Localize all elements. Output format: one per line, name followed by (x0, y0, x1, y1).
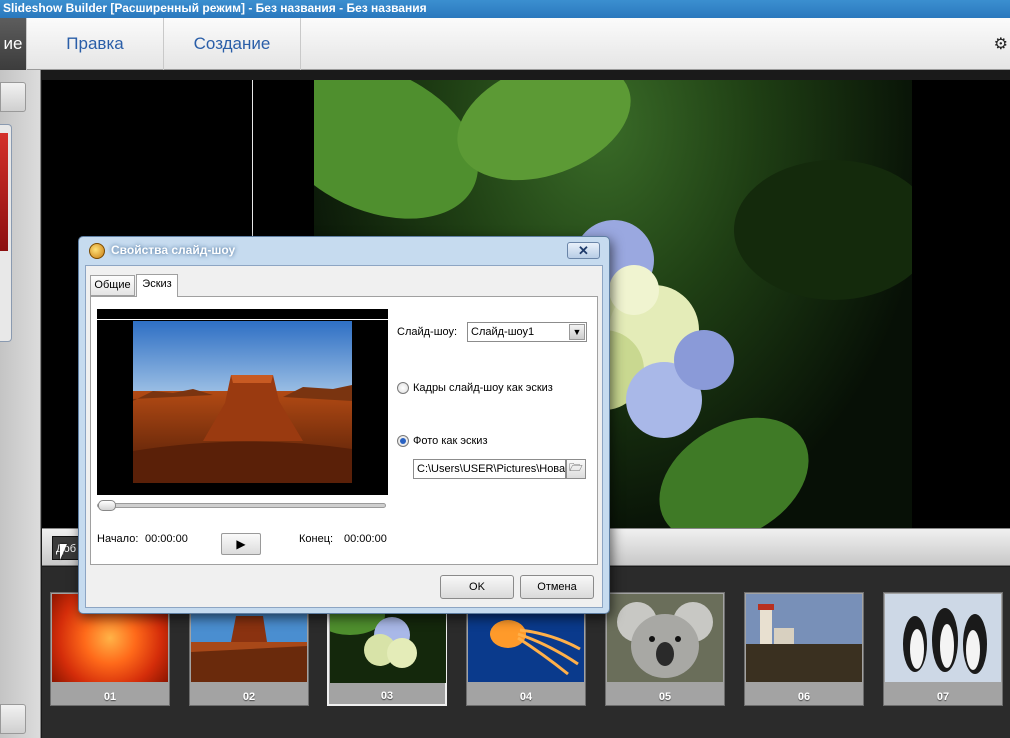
thumbnail-preview (97, 309, 388, 495)
start-time: 00:00:00 (145, 533, 188, 545)
slideshow-properties-dialog: Свойства слайд-шоу ✕ Общие Эскиз Начало:… (78, 236, 610, 614)
slider-handle[interactable] (98, 500, 116, 511)
window-title: Slideshow Builder [Расширенный режим] - … (0, 0, 1010, 18)
left-panel (0, 70, 41, 738)
preview-seek-slider[interactable] (97, 500, 386, 511)
slideshow-select[interactable]: Слайд-шоу1 ▼ (467, 322, 587, 342)
slide-number: 02 (242, 691, 256, 703)
slide-number: 01 (103, 691, 117, 703)
menu-bar: ие Правка Создание ⚙ (0, 18, 1010, 70)
slide-number: 07 (936, 691, 950, 703)
gear-icon[interactable]: ⚙ (994, 34, 1008, 54)
start-label: Начало: (97, 533, 139, 545)
slideshow-label: Слайд-шоу: (397, 326, 458, 338)
play-button[interactable]: ▶ (221, 533, 261, 555)
folder-open-icon[interactable]: 🗁 (566, 459, 586, 479)
left-panel-button[interactable] (0, 82, 26, 112)
end-label: Конец: (299, 533, 334, 545)
slide-number: 03 (380, 690, 394, 702)
photo-path-field[interactable]: C:\Users\USER\Pictures\Новая (413, 459, 566, 479)
penguins-thumbnail (885, 594, 1001, 682)
slide-thumbnail-07[interactable]: 07 (883, 592, 1003, 706)
frames-as-thumbnail-radio[interactable] (397, 382, 409, 394)
slide-number: 04 (519, 691, 533, 703)
dialog-body: Общие Эскиз Начало: 00:00:00 ▶ Конец: 00… (85, 265, 603, 608)
desert-preview-image (133, 321, 352, 483)
lighthouse-thumbnail (746, 594, 862, 682)
tab-general[interactable]: Общие (90, 275, 135, 296)
thumbnail-tab-panel: Начало: 00:00:00 ▶ Конец: 00:00:00 Слайд… (90, 296, 598, 565)
mouse-cursor-icon (60, 544, 67, 560)
app-window: Slideshow Builder [Расширенный режим] - … (0, 0, 1010, 738)
menu-tab-home[interactable]: ие (0, 18, 27, 70)
end-time: 00:00:00 (344, 533, 387, 545)
photo-as-thumbnail-radio[interactable] (397, 435, 409, 447)
slideshow-select-value: Слайд-шоу1 (471, 326, 535, 338)
tab-thumbnail[interactable]: Эскиз (136, 274, 178, 297)
slide-thumbnail-05[interactable]: 05 (605, 592, 725, 706)
chevron-down-icon[interactable]: ▼ (569, 324, 585, 340)
slide-thumbnail-06[interactable]: 06 (744, 592, 864, 706)
koala-thumbnail (607, 594, 723, 682)
menu-tab-create[interactable]: Создание (164, 18, 301, 70)
slide-number: 06 (797, 691, 811, 703)
slide-number: 05 (658, 691, 672, 703)
dialog-title: Свойства слайд-шоу (111, 243, 236, 257)
left-panel-bottom-button[interactable] (0, 704, 26, 734)
close-button[interactable]: ✕ (567, 242, 600, 259)
cancel-button[interactable]: Отмена (520, 575, 594, 599)
menu-tab-edit[interactable]: Правка (27, 18, 164, 70)
left-panel-item[interactable] (0, 124, 12, 342)
frames-as-thumbnail-label[interactable]: Кадры слайд-шоу как эскиз (413, 382, 553, 394)
photo-as-thumbnail-label[interactable]: Фото как эскиз (413, 435, 487, 447)
ok-button[interactable]: OK (440, 575, 514, 599)
